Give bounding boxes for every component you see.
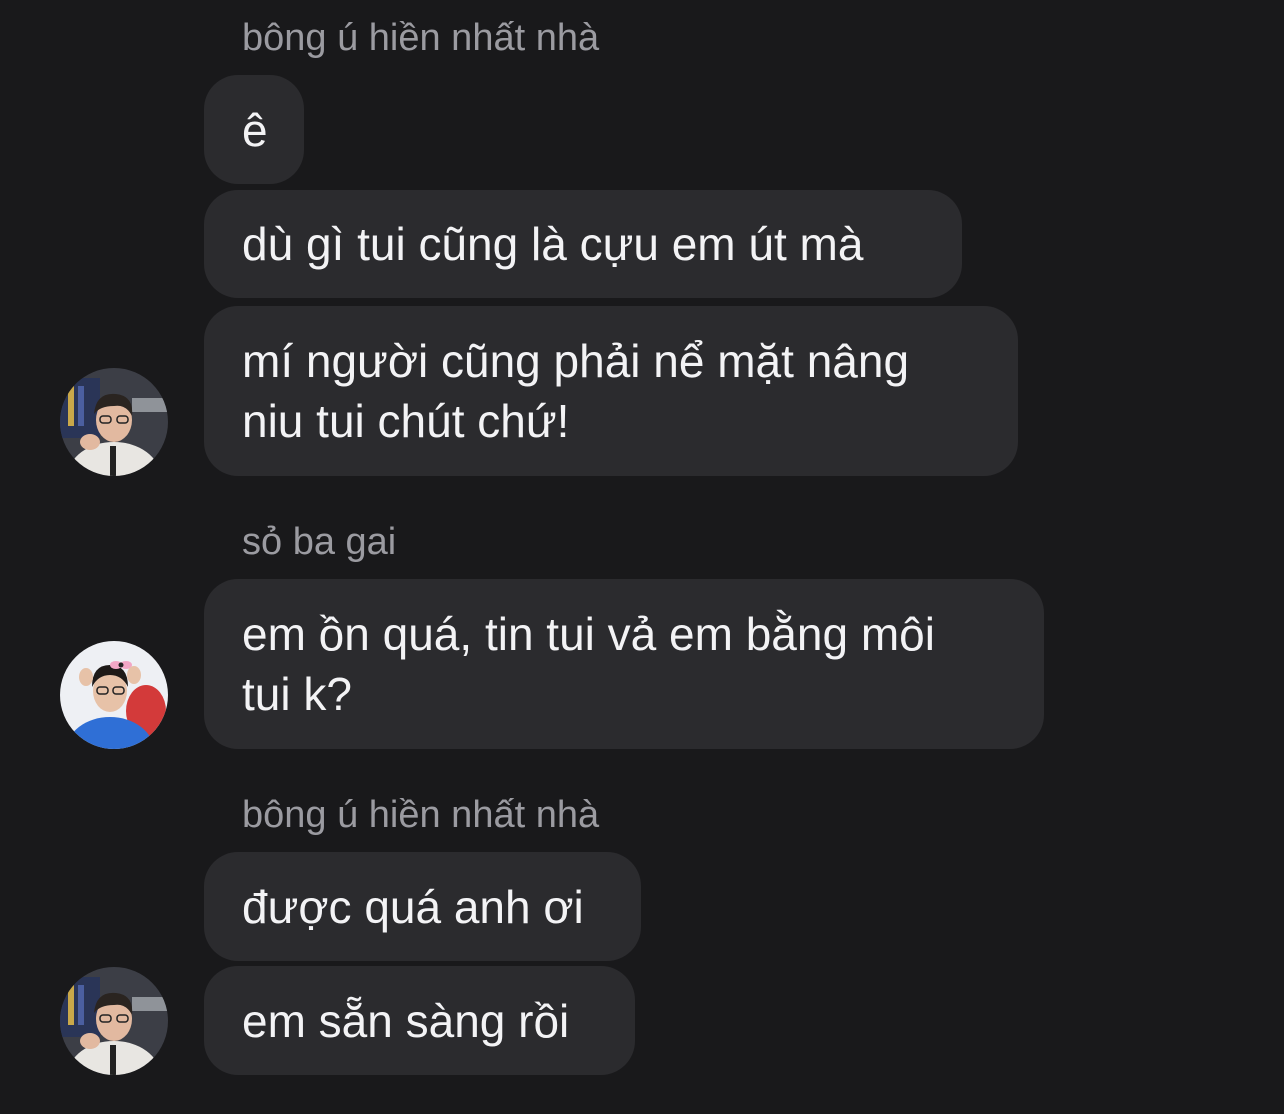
message-bubble[interactable]: mí người cũng phải nể mặt nâng niu tui c… — [204, 306, 1018, 476]
message-text: mí người cũng phải nể mặt nâng — [242, 335, 910, 387]
person-photo-avatar-icon — [60, 368, 168, 476]
message-text: niu tui chút chứ! — [242, 395, 570, 447]
sender-name: sỏ ba gai — [242, 521, 397, 563]
message-bubble[interactable]: em sẵn sàng rồi — [204, 966, 635, 1075]
message-bubble[interactable]: em ồn quá, tin tui vả em bằng môi tui k? — [204, 579, 1044, 749]
message-text: em sẵn sàng rồi — [242, 994, 570, 1047]
sender-avatar[interactable] — [60, 368, 168, 476]
message-bubble[interactable]: ê — [204, 75, 304, 184]
sender-avatar[interactable] — [60, 967, 168, 1075]
person-photo-avatar-icon — [60, 967, 168, 1075]
message-bubble[interactable]: dù gì tui cũng là cựu em út mà — [204, 190, 962, 298]
message-text: em ồn quá, tin tui vả em bằng môi — [242, 608, 935, 660]
sender-name: bông ú hiền nhất nhà — [242, 17, 600, 59]
sender-name: bông ú hiền nhất nhà — [242, 794, 600, 836]
message-text: được quá anh ơi — [242, 880, 584, 933]
message-text: tui k? — [242, 668, 352, 720]
person-photo-avatar-icon — [60, 641, 168, 749]
message-text: dù gì tui cũng là cựu em út mà — [242, 218, 864, 270]
message-text: ê — [242, 103, 268, 156]
message-bubble[interactable]: được quá anh ơi — [204, 852, 641, 961]
sender-avatar[interactable] — [60, 641, 168, 749]
